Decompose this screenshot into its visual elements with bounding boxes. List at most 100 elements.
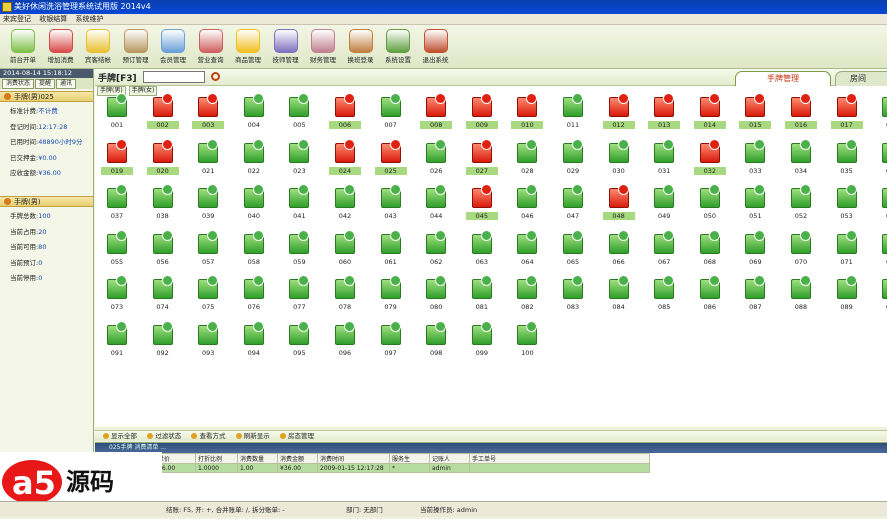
card-097[interactable]: 097	[379, 320, 403, 359]
table-row[interactable]: 36.00 1.0000 1.00 ¥36.00 2009-01-15 12:17:28…	[155, 463, 650, 473]
card-004[interactable]: 004	[242, 93, 266, 131]
card-088[interactable]: 088	[789, 275, 813, 313]
tab-rooms[interactable]: 房间	[835, 71, 887, 86]
card-009[interactable]: 009	[465, 93, 498, 131]
card-041[interactable]: 041	[287, 184, 311, 222]
card-080[interactable]: 080	[424, 275, 448, 313]
card-019[interactable]: 019	[101, 138, 133, 177]
card-062[interactable]: 062	[424, 229, 448, 268]
search-icon[interactable]	[211, 72, 220, 81]
search-input[interactable]	[143, 71, 205, 83]
card-061[interactable]: 061	[379, 229, 403, 268]
card-008[interactable]: 008	[420, 93, 453, 131]
column-header[interactable]: 记账人	[429, 453, 470, 464]
toolbar-button-exit[interactable]: 退出系统	[417, 27, 455, 67]
menu-item-guest[interactable]: 来宾登记	[0, 14, 34, 25]
tab-consumption-status[interactable]: 消费状态	[2, 79, 35, 89]
card-021[interactable]: 021	[196, 138, 220, 177]
column-header[interactable]: 服务生	[389, 453, 430, 464]
show-all-button[interactable]: 显示全部	[103, 431, 137, 442]
card-076[interactable]: 076	[242, 275, 266, 313]
toolbar-button-add[interactable]: 增加消费	[42, 27, 80, 67]
card-083[interactable]: 083	[561, 275, 585, 313]
card-078[interactable]: 078	[333, 275, 357, 313]
card-025[interactable]: 025	[374, 138, 407, 177]
toolbar-button-clock[interactable]: 预订管理	[117, 27, 155, 67]
card-024[interactable]: 024	[329, 138, 361, 177]
card-052[interactable]: 052	[789, 184, 813, 222]
card-094[interactable]: 094	[242, 320, 266, 359]
card-096[interactable]: 096	[333, 320, 357, 359]
card-028[interactable]: 028	[515, 138, 539, 177]
tab-reminder[interactable]: 提醒	[35, 79, 56, 89]
card-042[interactable]: 042	[333, 184, 357, 222]
card-069[interactable]: 069	[743, 229, 767, 268]
card-040[interactable]: 040	[242, 184, 266, 222]
card-063[interactable]: 063	[470, 229, 494, 268]
card-100[interactable]: 100	[515, 320, 539, 359]
card-002[interactable]: 002	[146, 93, 179, 131]
card-012[interactable]: 012	[602, 93, 635, 131]
card-007[interactable]: 007	[379, 93, 403, 131]
card-060[interactable]: 060	[333, 229, 357, 268]
card-011[interactable]: 011	[561, 93, 585, 131]
column-header[interactable]: 消费数量	[237, 453, 278, 464]
card-015[interactable]: 015	[739, 93, 772, 131]
card-071[interactable]: 071	[835, 229, 859, 268]
card-039[interactable]: 039	[196, 184, 220, 222]
tab-card-management[interactable]: 手牌管理	[735, 71, 831, 86]
card-093[interactable]: 093	[196, 320, 220, 359]
card-046[interactable]: 046	[515, 184, 539, 222]
card-098[interactable]: 098	[424, 320, 448, 359]
card-037[interactable]: 037	[105, 184, 129, 222]
card-065[interactable]: 065	[561, 229, 585, 268]
card-003[interactable]: 003	[192, 93, 225, 131]
card-045[interactable]: 045	[465, 184, 498, 222]
toolbar-button-members[interactable]: 会员管理	[154, 27, 192, 67]
card-087[interactable]: 087	[743, 275, 767, 313]
card-050[interactable]: 050	[698, 184, 722, 222]
subtab-female[interactable]: 手牌(女)	[128, 86, 158, 96]
card-048[interactable]: 048	[602, 184, 635, 222]
card-006[interactable]: 006	[329, 93, 361, 131]
card-033[interactable]: 033	[743, 138, 767, 177]
card-090[interactable]: 090	[880, 279, 887, 313]
card-057[interactable]: 057	[196, 229, 220, 268]
card-077[interactable]: 077	[287, 275, 311, 313]
card-023[interactable]: 023	[287, 138, 311, 177]
card-013[interactable]: 013	[648, 93, 681, 131]
menu-item-cashier[interactable]: 收银结算	[36, 14, 70, 25]
card-034[interactable]: 034	[789, 138, 813, 177]
card-072[interactable]: 072	[880, 233, 887, 268]
card-022[interactable]: 022	[242, 138, 266, 177]
card-035[interactable]: 035	[835, 138, 859, 177]
card-059[interactable]: 059	[287, 229, 311, 268]
card-016[interactable]: 016	[785, 93, 817, 131]
card-058[interactable]: 058	[242, 229, 266, 268]
column-header[interactable]: 消费时间	[317, 453, 390, 464]
card-005[interactable]: 005	[287, 93, 311, 131]
toolbar-button-user[interactable]: 前台开单	[4, 27, 42, 67]
card-018[interactable]: 018	[880, 97, 887, 131]
card-017[interactable]: 017	[830, 93, 863, 131]
card-051[interactable]: 051	[743, 184, 767, 222]
card-095[interactable]: 095	[287, 320, 311, 359]
column-header[interactable]: 打折比例	[195, 453, 238, 464]
card-014[interactable]: 014	[693, 93, 726, 131]
refresh-button[interactable]: 刷新显示	[235, 431, 270, 442]
card-036[interactable]: 036	[880, 142, 887, 177]
toolbar-button-star[interactable]: 商品管理	[229, 27, 267, 67]
card-085[interactable]: 085	[652, 275, 676, 313]
card-073[interactable]: 073	[105, 275, 129, 313]
tab-communication[interactable]: 通讯	[56, 79, 77, 89]
card-091[interactable]: 091	[105, 320, 129, 359]
card-056[interactable]: 056	[151, 229, 175, 268]
view-mode-button[interactable]: 查看方式	[191, 431, 225, 442]
card-081[interactable]: 081	[470, 275, 494, 313]
card-054[interactable]: 054	[880, 188, 887, 222]
card-066[interactable]: 066	[607, 229, 631, 268]
card-082[interactable]: 082	[515, 275, 539, 313]
card-084[interactable]: 084	[607, 275, 631, 313]
card-055[interactable]: 055	[105, 229, 129, 268]
card-049[interactable]: 049	[652, 184, 676, 222]
